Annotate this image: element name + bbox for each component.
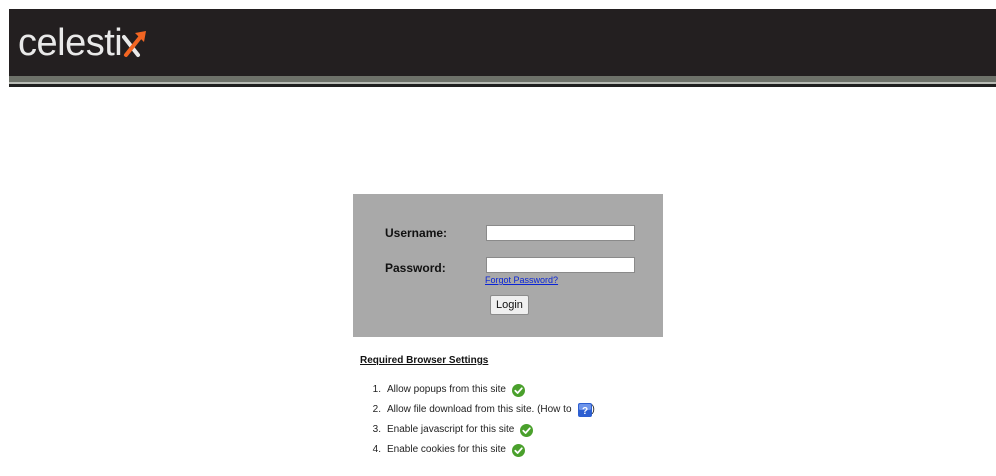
item-suffix: ) — [591, 404, 595, 415]
list-item: 3. Enable javascript for this site — [357, 420, 595, 440]
header-bar: celesti — [9, 9, 996, 76]
celestix-logo: celesti — [18, 23, 148, 63]
item-number: 3. — [372, 424, 381, 435]
username-input[interactable] — [486, 225, 635, 241]
list-item: 4. Enable cookies for this site — [357, 440, 595, 460]
list-item: 1. Allow popups from this site — [357, 380, 595, 400]
item-text: Enable javascript for this site — [387, 424, 515, 435]
logo-text: celesti — [18, 22, 123, 64]
check-icon — [520, 423, 534, 437]
item-text: Enable cookies for this site — [387, 444, 506, 455]
svg-text:?: ? — [581, 406, 587, 417]
item-number: 2. — [372, 404, 381, 415]
password-input[interactable] — [486, 257, 635, 273]
list-item: 2. Allow file download from this site. (… — [357, 400, 595, 420]
item-text: Allow popups from this site — [387, 384, 506, 395]
required-settings-title: Required Browser Settings — [360, 355, 489, 366]
help-icon[interactable]: ? — [577, 403, 592, 417]
item-number: 1. — [372, 384, 381, 395]
logo-x-arrow-icon — [122, 27, 148, 57]
settings-list: 1. Allow popups from this site 2. Allow … — [357, 380, 595, 460]
item-text: Allow file download from this site. (How… — [387, 404, 572, 415]
header-stripe-dark — [9, 84, 996, 87]
item-number: 4. — [372, 444, 381, 455]
forgot-password-link[interactable]: Forgot Password? — [485, 275, 558, 285]
login-panel: Username: Password: Forgot Password? Log… — [353, 194, 663, 337]
login-button[interactable]: Login — [490, 295, 529, 315]
check-icon — [511, 443, 525, 457]
username-label: Username: — [385, 226, 448, 240]
password-label: Password: — [385, 261, 446, 275]
check-icon — [511, 383, 525, 397]
